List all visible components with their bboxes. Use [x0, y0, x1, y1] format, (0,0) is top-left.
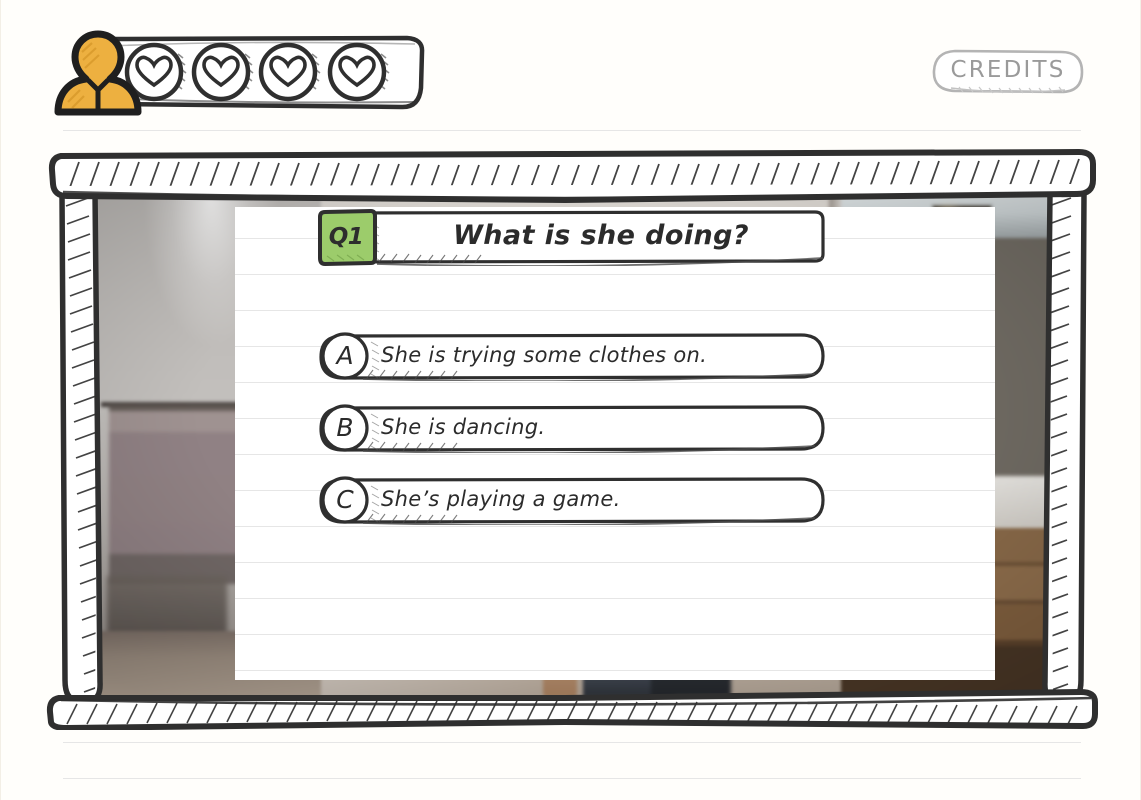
- paper-rule-line: [235, 562, 995, 563]
- answer-c-letter: C: [336, 485, 354, 514]
- answer-option-a[interactable]: A She is trying some clothes on.: [315, 332, 827, 381]
- answer-option-b[interactable]: B She is dancing.: [315, 404, 827, 453]
- paper-rule-line: [235, 454, 995, 455]
- answer-a-letter: A: [336, 341, 354, 370]
- rule-line: [63, 742, 1081, 743]
- answer-c-text: She’s playing a game.: [381, 487, 621, 511]
- quiz-page: CREDITS Q1 What is she doing? A She is t…: [0, 0, 1141, 800]
- question-text: What is she doing?: [453, 220, 749, 251]
- frame-bottom: [46, 689, 1098, 730]
- answer-option-c[interactable]: C She’s playing a game.: [315, 476, 827, 525]
- paper-rule-line: [235, 634, 995, 635]
- answer-b-text: She is dancing.: [381, 415, 546, 439]
- answer-b-letter: B: [336, 413, 354, 442]
- answer-a-text: She is trying some clothes on.: [381, 343, 708, 367]
- header-bar: CREDITS: [1, 0, 1140, 132]
- paper-rule-line: [235, 274, 995, 275]
- paper-rule-line: [235, 598, 995, 599]
- paper-rule-line: [235, 670, 995, 671]
- question-badge-label: Q1: [328, 224, 364, 250]
- question-row: Q1 What is she doing?: [315, 208, 827, 266]
- paper-rule-line: [235, 382, 995, 383]
- rule-line: [63, 778, 1081, 779]
- paper-rule-line: [235, 310, 995, 311]
- video-frame: Q1 What is she doing? A She is trying so…: [45, 144, 1101, 730]
- credits-button[interactable]: CREDITS: [929, 47, 1087, 96]
- credits-button-label: CREDITS: [950, 57, 1066, 83]
- lives-widget: [41, 28, 427, 120]
- paper-rule-line: [235, 526, 995, 527]
